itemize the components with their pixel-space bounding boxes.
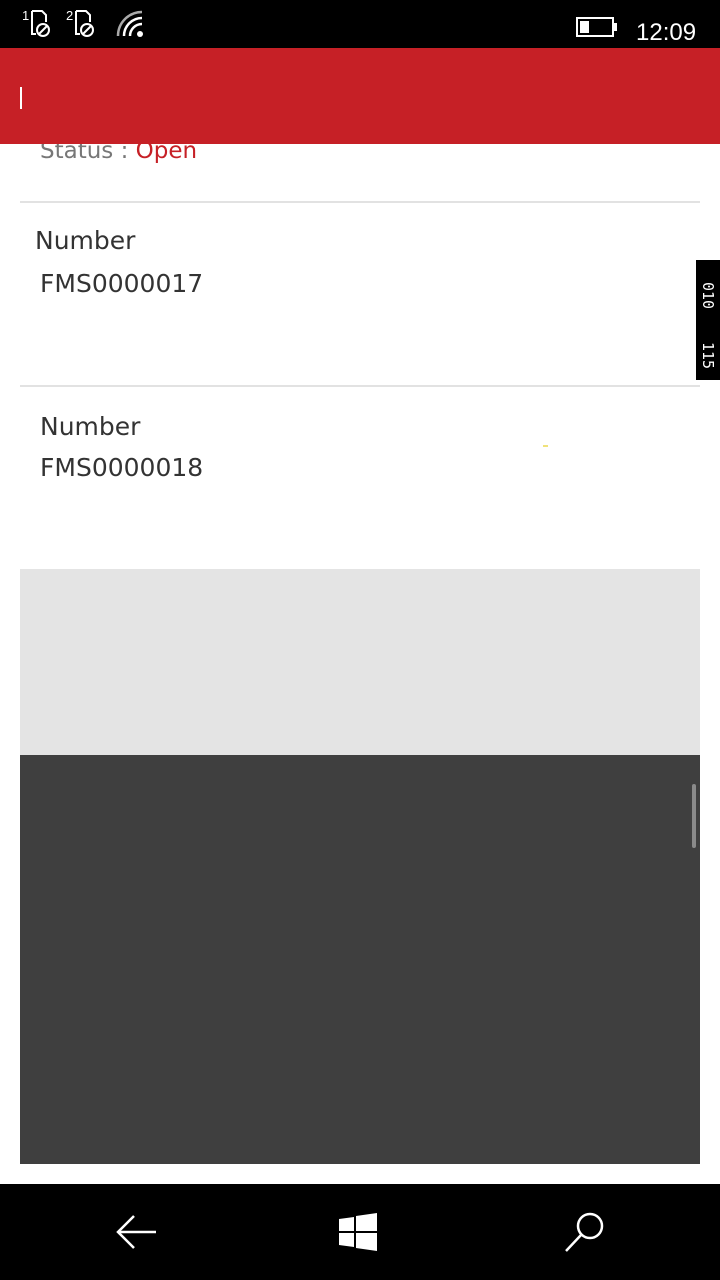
item-number-label: Number	[35, 226, 136, 255]
scrollbar-thumb[interactable]	[692, 784, 696, 848]
clock: 12:09	[636, 19, 697, 46]
search-button[interactable]	[560, 1208, 608, 1256]
status-bar: 1 2 12:09	[0, 0, 720, 48]
start-button[interactable]	[334, 1208, 382, 1256]
sim2-blocked-icon: 2	[66, 8, 96, 40]
back-arrow-icon	[116, 1215, 156, 1249]
wifi-icon	[116, 10, 146, 38]
status-label: Status :	[40, 144, 136, 164]
search-icon	[565, 1212, 604, 1252]
list-divider	[20, 385, 700, 387]
status-line: Status : Open	[40, 144, 197, 164]
status-value: Open	[135, 144, 198, 164]
item-number-value: FMS0000018	[40, 453, 204, 482]
item-number-label: Number	[40, 412, 141, 441]
app-header	[0, 48, 720, 144]
navigation-bar	[0, 1184, 720, 1280]
debug-counter-line2: 115	[699, 342, 717, 370]
record-list[interactable]: Status : Open Number FMS0000017 Number F…	[0, 144, 720, 1184]
battery-icon	[576, 17, 618, 37]
search-text-cursor[interactable]	[20, 87, 22, 109]
list-divider	[20, 201, 700, 203]
windows-logo-icon	[339, 1213, 377, 1251]
debug-counter-line1: 010	[699, 282, 717, 310]
debug-frame-counter: 010 115	[696, 260, 720, 380]
loading-placeholder-light	[20, 569, 700, 755]
item-number-value: FMS0000017	[40, 269, 204, 298]
back-button[interactable]	[112, 1208, 160, 1256]
loading-placeholder-dark	[20, 755, 700, 1164]
sim1-blocked-icon: 1	[22, 8, 52, 40]
artifact-mark	[543, 445, 548, 447]
